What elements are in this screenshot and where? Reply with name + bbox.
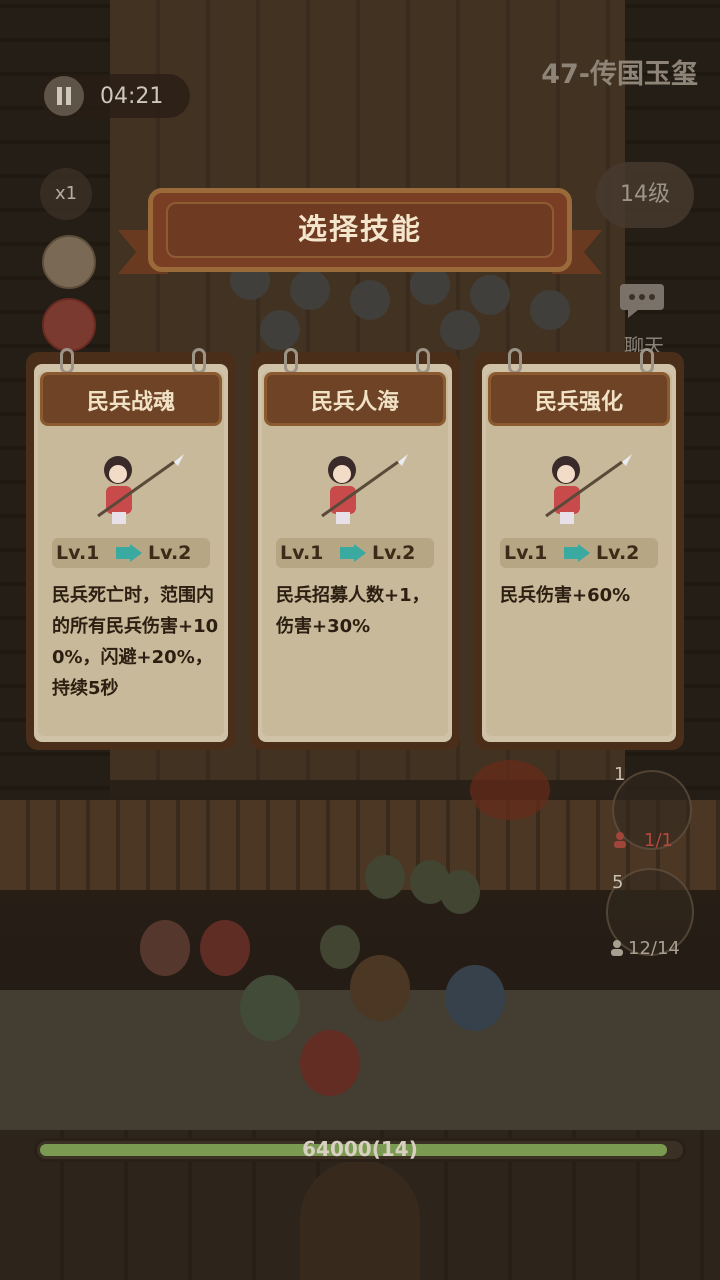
level-to: Lv.2 [372,542,416,564]
unit-slot-count: 12/14 [628,938,680,959]
stage-title: 47-传国玉玺 [541,59,698,90]
skill-card[interactable]: 民兵战魂 Lv.1 Lv.2 民兵死亡时，范围内的所有民兵伤害+100%，闪避+… [26,348,236,750]
hook-icon [640,348,654,374]
hook-icon [508,348,522,374]
skill-description: 民兵伤害+60% [500,585,631,606]
skill-name: 民兵强化 [534,390,623,415]
skill-name: 民兵战魂 [86,390,175,415]
upgrade-arrow-icon [340,544,366,562]
militia-character-icon [321,454,408,524]
skill-description: 民兵招募人数+1，伤害+30% [276,585,430,637]
level-from: Lv.1 [280,542,324,564]
hook-icon [284,348,298,374]
hook-icon [192,348,206,374]
battle-timer: 04:21 [100,84,164,109]
unit-slot-count: 1/1 [644,830,673,851]
unit-slot-number: 1 [614,764,626,785]
militia-character-icon [545,454,632,524]
level-to: Lv.2 [148,542,192,564]
hero-avatar[interactable] [42,298,96,352]
skill-card[interactable]: 民兵强化 Lv.1 Lv.2 民兵伤害+60% [474,348,684,750]
hook-icon [60,348,74,374]
dialog-title: 选择技能 [297,212,422,246]
pause-icon[interactable] [44,76,84,116]
person-icon [611,940,623,956]
skill-name: 民兵人海 [310,390,399,415]
person-icon [614,832,626,848]
militia-character-icon [97,454,184,524]
hook-icon [416,348,430,374]
skill-description: 民兵死亡时，范围内的所有民兵伤害+100%，闪避+20%，持续5秒 [52,585,219,699]
upgrade-arrow-icon [564,544,590,562]
level-from: Lv.1 [56,542,100,564]
level-from: Lv.1 [504,542,548,564]
chat-icon[interactable] [618,280,666,320]
skill-card[interactable]: 民兵人海 Lv.1 Lv.2 民兵招募人数+1，伤害+30% [250,348,460,750]
unit-slot-number: 5 [612,872,624,893]
upgrade-arrow-icon [116,544,142,562]
wall-hp-label: 64000(14) [302,1137,418,1161]
level-to: Lv.2 [596,542,640,564]
